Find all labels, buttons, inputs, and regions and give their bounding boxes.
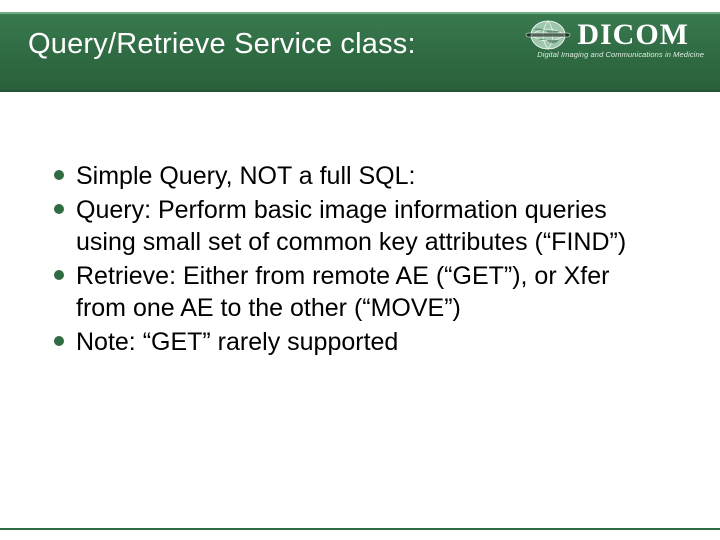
bullet-item: Query: Perform basic image information q… bbox=[54, 194, 660, 258]
bullet-item: Retrieve: Either from remote AE (“GET”),… bbox=[54, 260, 660, 324]
logo-text: DICOM bbox=[577, 18, 689, 51]
globe-icon bbox=[525, 18, 571, 52]
bullet-list: Simple Query, NOT a full SQL: Query: Per… bbox=[54, 160, 660, 358]
bullet-item: Simple Query, NOT a full SQL: bbox=[54, 160, 660, 192]
content-area: Simple Query, NOT a full SQL: Query: Per… bbox=[54, 160, 660, 360]
logo-wordmark: DICOMTM bbox=[577, 18, 704, 52]
dicom-logo: DICOMTM Digital Imaging and Communicatio… bbox=[484, 18, 704, 80]
slide: Query/Retrieve Service class: DICOMTM Di… bbox=[0, 0, 720, 540]
logo-tm: TM bbox=[691, 4, 704, 14]
bullet-item: Note: “GET” rarely supported bbox=[54, 326, 660, 358]
slide-title: Query/Retrieve Service class: bbox=[28, 28, 416, 61]
footer-accent-line bbox=[0, 528, 720, 530]
logo-row: DICOMTM bbox=[525, 18, 704, 52]
